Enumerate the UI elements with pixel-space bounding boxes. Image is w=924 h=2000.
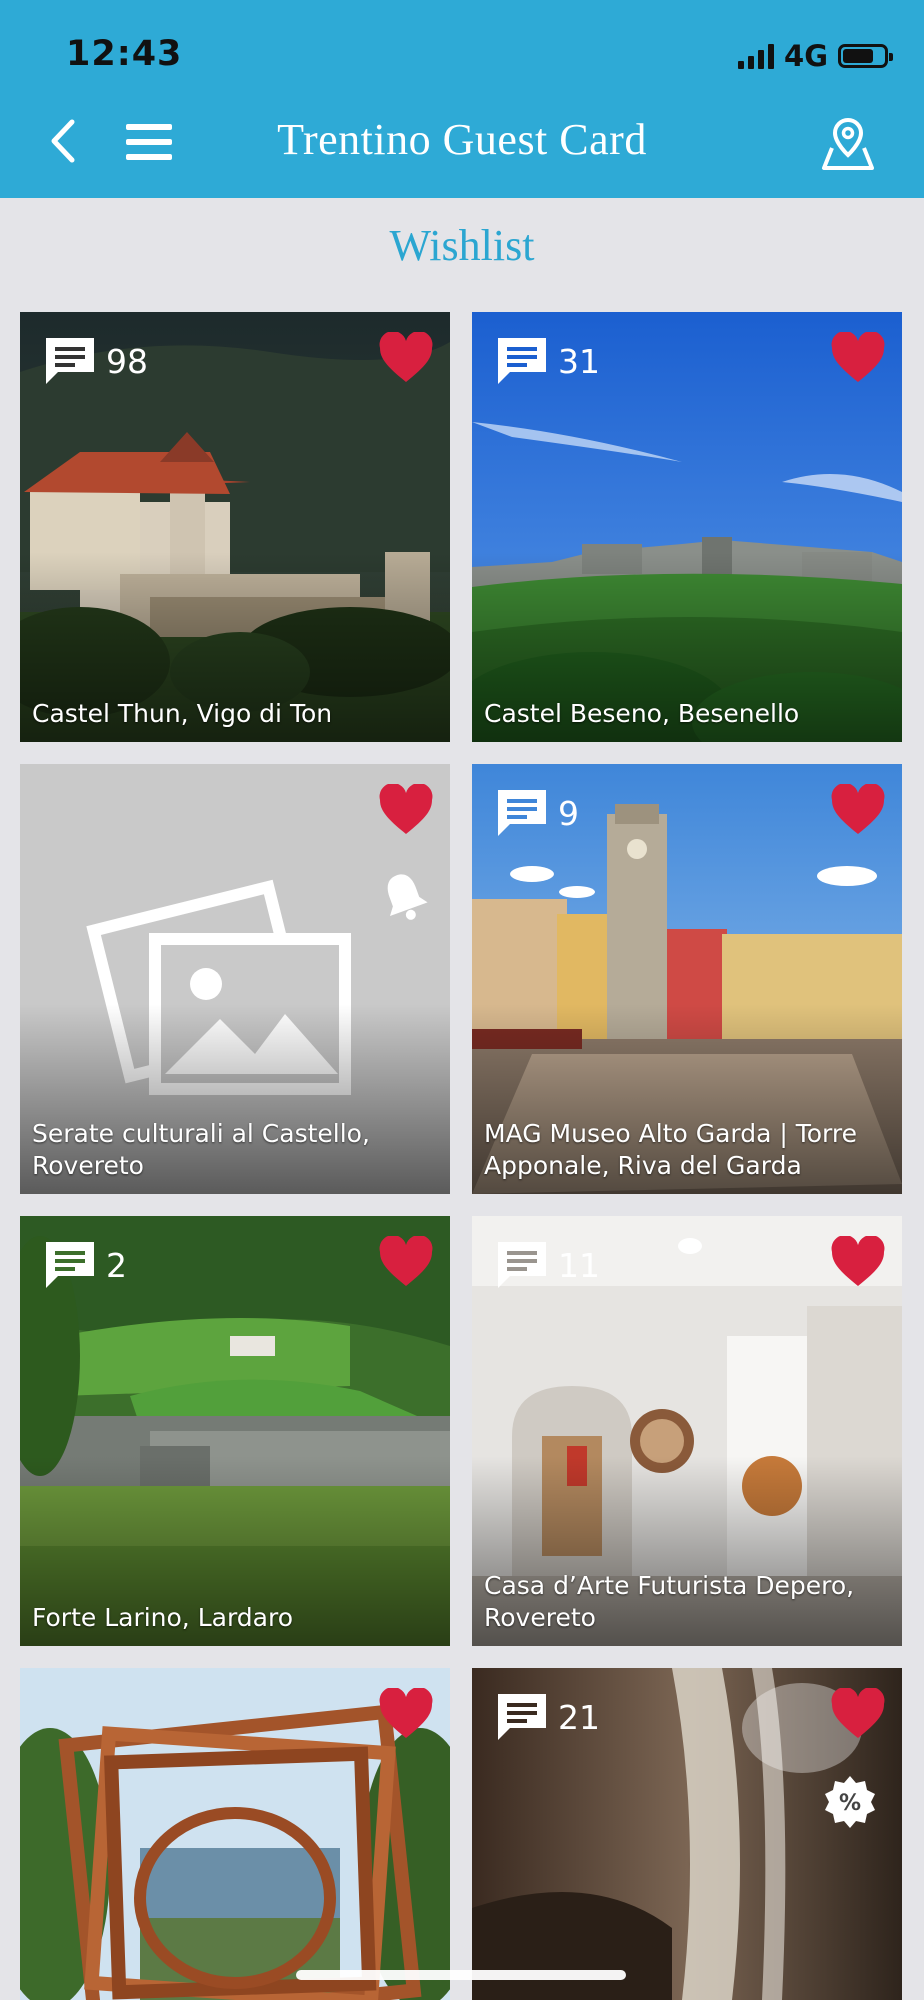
card-title: Castel Thun, Vigo di Ton — [32, 699, 333, 728]
home-indicator[interactable] — [296, 1970, 626, 1980]
network-type: 4G — [784, 39, 828, 73]
comment-icon — [498, 1242, 546, 1288]
comment-icon — [46, 338, 94, 384]
comment-count-value: 21 — [558, 1697, 600, 1737]
comment-count[interactable]: 31 — [494, 334, 600, 388]
battery-icon — [838, 44, 893, 68]
wishlist-card[interactable]: 11 Casa d’Arte Futurista Depero, Roveret… — [472, 1216, 902, 1646]
wishlist-card[interactable] — [20, 1668, 450, 2000]
comment-count[interactable]: 21 — [494, 1690, 600, 1744]
comment-count[interactable]: 98 — [42, 334, 148, 388]
card-title: Castel Beseno, Besenello — [484, 699, 800, 728]
wishlist-card[interactable]: Serate culturali al Castello, Rovereto — [20, 764, 450, 1194]
wishlist-card[interactable]: 31 Castel Beseno, Besenello — [472, 312, 902, 742]
card-title: MAG Museo Alto Garda | Torre Apponale, R… — [484, 1119, 858, 1180]
comment-count-value: 9 — [558, 793, 579, 833]
comment-icon — [498, 790, 546, 836]
map-pin-icon[interactable] — [818, 116, 878, 172]
heart-icon[interactable] — [378, 1688, 434, 1740]
wishlist-card[interactable]: 9 MAG Museo Alto Garda | Torre Apponale,… — [472, 764, 902, 1194]
wishlist-card[interactable]: 2 Forte Larino, Lardaro — [20, 1216, 450, 1646]
comment-count[interactable]: 9 — [494, 786, 579, 840]
comment-icon — [498, 1694, 546, 1740]
comment-count-value: 98 — [106, 341, 148, 381]
heart-icon[interactable] — [378, 1236, 434, 1288]
heart-icon[interactable] — [830, 784, 886, 836]
heart-icon[interactable] — [830, 1236, 886, 1288]
signal-icon — [738, 43, 775, 69]
wishlist-card[interactable]: 98 Castel Thun, Vigo di Ton — [20, 312, 450, 742]
comment-count[interactable]: 11 — [494, 1238, 600, 1292]
heart-icon[interactable] — [830, 1688, 886, 1740]
comment-count-value: 2 — [106, 1245, 127, 1285]
discount-badge-icon: % — [825, 1776, 875, 1828]
wishlist-card[interactable]: 21 % — [472, 1668, 902, 2000]
status-indicators: 4G — [738, 38, 893, 74]
comment-icon — [498, 338, 546, 384]
comment-count-value: 11 — [558, 1245, 600, 1285]
comment-count[interactable]: 2 — [42, 1238, 127, 1292]
heart-icon[interactable] — [378, 332, 434, 384]
heart-icon[interactable] — [830, 332, 886, 384]
card-title: Serate culturali al Castello, Rovereto — [32, 1119, 370, 1180]
card-title: Forte Larino, Lardaro — [32, 1603, 293, 1632]
svg-text:%: % — [839, 1791, 861, 1816]
comment-icon — [46, 1242, 94, 1288]
card-title: Casa d’Arte Futurista Depero, Rovereto — [484, 1571, 855, 1632]
app-title: Trentino Guest Card — [277, 115, 647, 164]
bell-icon — [387, 874, 428, 920]
status-time: 12:43 — [66, 34, 183, 74]
heart-icon[interactable] — [378, 784, 434, 836]
page-title: Wishlist — [389, 221, 535, 270]
app-header: 12:43 4G Trentino Guest Card — [0, 0, 924, 198]
comment-count-value: 31 — [558, 341, 600, 381]
